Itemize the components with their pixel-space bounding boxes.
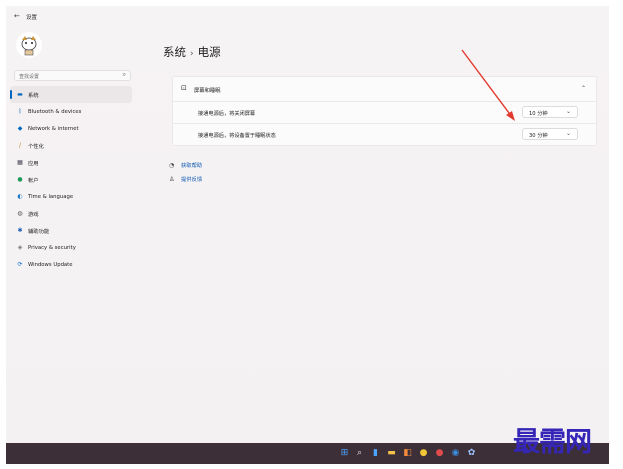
annotation-arrow bbox=[461, 49, 515, 121]
store-icon[interactable]: ◧ bbox=[402, 448, 413, 459]
settings-gear-icon[interactable]: ✿ bbox=[466, 448, 477, 459]
watermark: 最需网 bbox=[513, 427, 592, 458]
search-icon[interactable]: ⌕ bbox=[354, 448, 365, 459]
app-icon-red[interactable]: ● bbox=[434, 448, 445, 459]
windows-start-icon[interactable]: ⊞ bbox=[339, 448, 350, 459]
task-view-icon[interactable]: ▮ bbox=[370, 448, 381, 459]
app-icon-blue[interactable]: ◉ bbox=[450, 448, 461, 459]
file-explorer-icon[interactable]: ▬ bbox=[386, 448, 397, 459]
chrome-icon[interactable]: ● bbox=[418, 448, 429, 459]
